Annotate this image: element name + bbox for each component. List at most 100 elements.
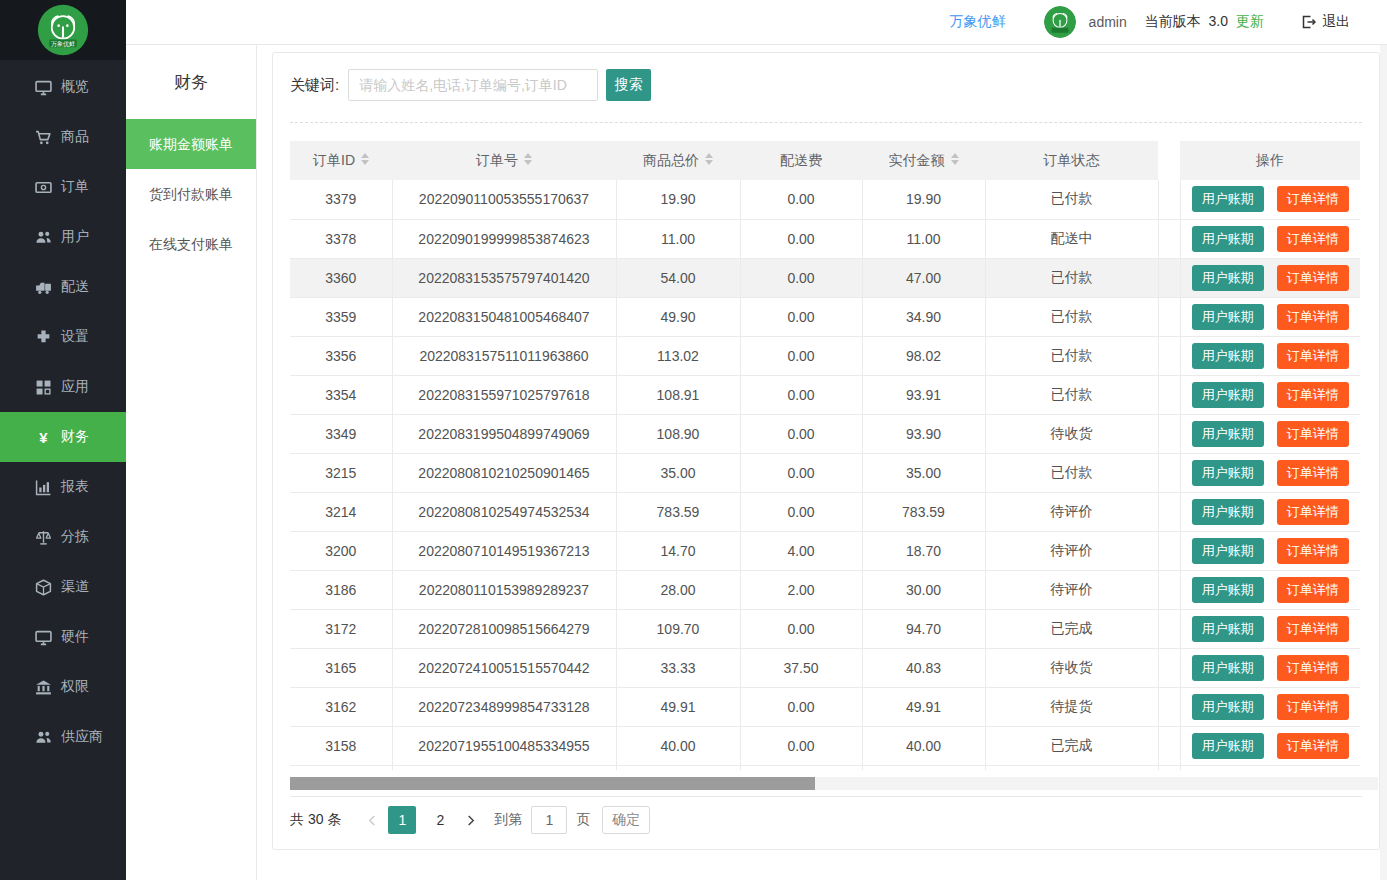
cell-status: 待收货 — [985, 648, 1158, 687]
user-billing-button[interactable]: 用户账期 — [1192, 616, 1264, 642]
user-billing-button[interactable]: 用户账期 — [1192, 304, 1264, 330]
sidebar-item-商品[interactable]: 商品 — [0, 112, 126, 162]
submenu-item-货到付款账单[interactable]: 货到付款账单 — [126, 169, 256, 219]
username: admin — [1089, 14, 1127, 30]
sidebar-item-财务[interactable]: ¥财务 — [0, 412, 126, 462]
goto-page-input[interactable] — [531, 806, 567, 834]
cell-actions: 用户账期订单详情 — [1180, 492, 1360, 531]
cell-goods_total: 33.33 — [616, 648, 740, 687]
cell-delivery_fee: 0.00 — [740, 453, 862, 492]
sidebar-item-用户[interactable]: 用户 — [0, 212, 126, 262]
confirm-page-button[interactable]: 确定 — [602, 806, 650, 834]
cell-paid_amount: 47.00 — [862, 258, 985, 297]
cell-spacer — [1158, 648, 1180, 687]
order-detail-button[interactable]: 订单详情 — [1277, 694, 1349, 720]
vertical-scrollbar[interactable] — [1380, 45, 1387, 880]
svg-text:¥: ¥ — [39, 429, 48, 445]
table-row: 33492022083199504899749069108.900.0093.9… — [290, 414, 1360, 453]
sidebar-item-分拣[interactable]: 分拣 — [0, 512, 126, 562]
order-detail-button[interactable]: 订单详情 — [1277, 577, 1349, 603]
sidebar-item-label: 用户 — [61, 228, 89, 246]
submenu-item-在线支付账单[interactable]: 在线支付账单 — [126, 219, 256, 269]
user-billing-button[interactable]: 用户账期 — [1192, 733, 1264, 759]
order-detail-button[interactable]: 订单详情 — [1277, 460, 1349, 486]
cell-actions: 用户账期订单详情 — [1180, 375, 1360, 414]
cell-goods_total: 113.02 — [616, 336, 740, 375]
sort-icon[interactable] — [361, 153, 369, 165]
sidebar-item-渠道[interactable]: 渠道 — [0, 562, 126, 612]
cell-delivery_fee: 0.00 — [740, 375, 862, 414]
sidebar-item-权限[interactable]: 权限 — [0, 662, 126, 712]
user-billing-button[interactable]: 用户账期 — [1192, 186, 1264, 212]
order-detail-button[interactable]: 订单详情 — [1277, 655, 1349, 681]
order-detail-button[interactable]: 订单详情 — [1277, 499, 1349, 525]
cell-goods_total: 109.70 — [616, 609, 740, 648]
submenu-items: 账期金额账单货到付款账单在线支付账单 — [126, 119, 256, 269]
order-detail-button[interactable]: 订单详情 — [1277, 538, 1349, 564]
user-billing-button[interactable]: 用户账期 — [1192, 655, 1264, 681]
order-detail-button[interactable]: 订单详情 — [1277, 616, 1349, 642]
submenu-item-账期金额账单[interactable]: 账期金额账单 — [126, 119, 256, 169]
order-detail-button[interactable]: 订单详情 — [1277, 304, 1349, 330]
search-input[interactable] — [348, 69, 598, 101]
user-billing-button[interactable]: 用户账期 — [1192, 226, 1264, 252]
sidebar-item-订单[interactable]: 订单 — [0, 162, 126, 212]
logout-button[interactable]: 退出 — [1300, 13, 1350, 31]
horizontal-scrollbar[interactable] — [290, 777, 1378, 790]
sidebar-item-label: 概览 — [61, 78, 89, 96]
cell-delivery_fee: 0.00 — [740, 414, 862, 453]
update-link[interactable]: 更新 — [1236, 13, 1264, 31]
search-button[interactable]: 搜索 — [606, 69, 651, 101]
sidebar-item-label: 渠道 — [61, 578, 89, 596]
user-billing-button[interactable]: 用户账期 — [1192, 538, 1264, 564]
user-billing-button[interactable]: 用户账期 — [1192, 343, 1264, 369]
store-name-link[interactable]: 万象优鲜 — [950, 13, 1006, 31]
secondary-sidebar: 财务 账期金额账单货到付款账单在线支付账单 — [126, 45, 257, 880]
user-billing-button[interactable]: 用户账期 — [1192, 499, 1264, 525]
order-detail-button[interactable]: 订单详情 — [1277, 421, 1349, 447]
cell-id: 3172 — [290, 609, 392, 648]
user-billing-button[interactable]: 用户账期 — [1192, 577, 1264, 603]
sidebar-item-配送[interactable]: 配送 — [0, 262, 126, 312]
order-detail-button[interactable]: 订单详情 — [1277, 265, 1349, 291]
sidebar-item-概览[interactable]: 概览 — [0, 62, 126, 112]
user-billing-button[interactable]: 用户账期 — [1192, 460, 1264, 486]
order-detail-button[interactable]: 订单详情 — [1277, 733, 1349, 759]
order-detail-button[interactable]: 订单详情 — [1277, 226, 1349, 252]
next-page-button[interactable] — [459, 806, 481, 834]
sort-icon[interactable] — [951, 153, 959, 165]
cell-id: 3158 — [290, 726, 392, 765]
goto-label: 到第 — [494, 811, 522, 829]
column-header-商品总价[interactable]: 商品总价 — [616, 141, 740, 180]
sidebar-item-供应商[interactable]: 供应商 — [0, 712, 126, 762]
sidebar-item-报表[interactable]: 报表 — [0, 462, 126, 512]
user-billing-button[interactable]: 用户账期 — [1192, 382, 1264, 408]
cell-actions: 用户账期订单详情 — [1180, 258, 1360, 297]
cell-spacer — [1158, 375, 1180, 414]
avatar[interactable] — [1044, 6, 1076, 38]
cell-spacer — [1158, 492, 1180, 531]
cell-goods_total: 19.90 — [616, 180, 740, 219]
sidebar-item-设置[interactable]: 设置 — [0, 312, 126, 362]
page-number-1[interactable]: 1 — [388, 806, 416, 834]
sort-icon[interactable] — [705, 153, 713, 165]
column-header-订单号[interactable]: 订单号 — [392, 141, 616, 180]
order-detail-button[interactable]: 订单详情 — [1277, 186, 1349, 212]
order-detail-button[interactable]: 订单详情 — [1277, 382, 1349, 408]
cell-order_no: 2022080110153989289237 — [392, 570, 616, 609]
scrollbar-thumb[interactable] — [290, 777, 815, 790]
sidebar-item-硬件[interactable]: 硬件 — [0, 612, 126, 662]
prev-page-button[interactable] — [361, 806, 383, 834]
user-billing-button[interactable]: 用户账期 — [1192, 694, 1264, 720]
user-billing-button[interactable]: 用户账期 — [1192, 421, 1264, 447]
user-billing-button[interactable]: 用户账期 — [1192, 265, 1264, 291]
cell-paid_amount: 40.83 — [862, 648, 985, 687]
column-header-实付金额[interactable]: 实付金额 — [862, 141, 985, 180]
page-number-2[interactable]: 2 — [426, 806, 454, 834]
cell-delivery_fee: 0.00 — [740, 297, 862, 336]
order-detail-button[interactable]: 订单详情 — [1277, 343, 1349, 369]
sidebar-item-应用[interactable]: 应用 — [0, 362, 126, 412]
cell-goods_total: 54.00 — [616, 258, 740, 297]
column-header-订单ID[interactable]: 订单ID — [290, 141, 392, 180]
sort-icon[interactable] — [524, 153, 532, 165]
